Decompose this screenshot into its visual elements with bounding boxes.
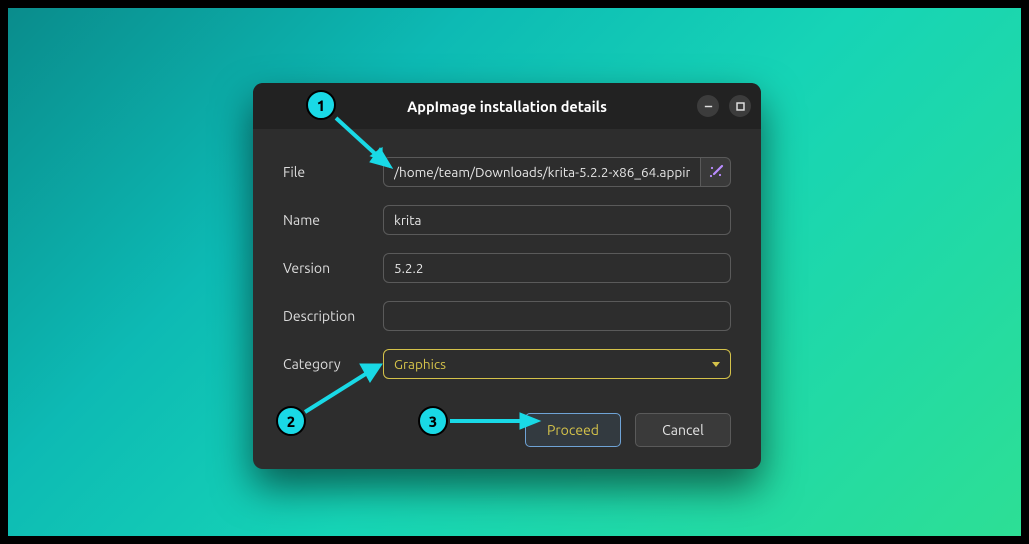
version-label: Version [283, 260, 383, 276]
cancel-label: Cancel [662, 422, 704, 438]
name-input[interactable] [383, 205, 731, 235]
annotation-badge-3: 3 [418, 406, 448, 436]
minimize-button[interactable] [697, 95, 719, 117]
file-field-wrap [383, 157, 731, 187]
proceed-label: Proceed [547, 422, 599, 438]
browse-button[interactable] [701, 157, 731, 187]
category-row: Category Graphics [283, 349, 731, 379]
proceed-button[interactable]: Proceed [525, 413, 621, 447]
version-input[interactable] [383, 253, 731, 283]
file-row: File [283, 157, 731, 187]
name-label: Name [283, 212, 383, 228]
file-label: File [283, 164, 383, 180]
chevron-down-icon [712, 362, 720, 367]
description-input[interactable] [383, 301, 731, 331]
window-controls [697, 83, 751, 129]
description-label: Description [283, 308, 383, 324]
minimize-icon [703, 101, 714, 112]
name-row: Name [283, 205, 731, 235]
form-area: File Name Version [253, 129, 761, 469]
category-select[interactable]: Graphics [383, 349, 731, 379]
maximize-icon [735, 101, 746, 112]
button-row: Proceed Cancel [283, 413, 731, 447]
cancel-button[interactable]: Cancel [635, 413, 731, 447]
annotation-badge-1: 1 [306, 90, 336, 120]
category-label: Category [283, 356, 383, 372]
appimage-install-dialog: AppImage installation details File [253, 83, 761, 469]
annotation-badge-2: 2 [276, 406, 306, 436]
magic-wand-icon [708, 164, 724, 180]
file-input[interactable] [383, 157, 701, 187]
description-row: Description [283, 301, 731, 331]
maximize-button[interactable] [729, 95, 751, 117]
category-value: Graphics [394, 356, 712, 372]
version-row: Version [283, 253, 731, 283]
window-title: AppImage installation details [407, 98, 607, 115]
